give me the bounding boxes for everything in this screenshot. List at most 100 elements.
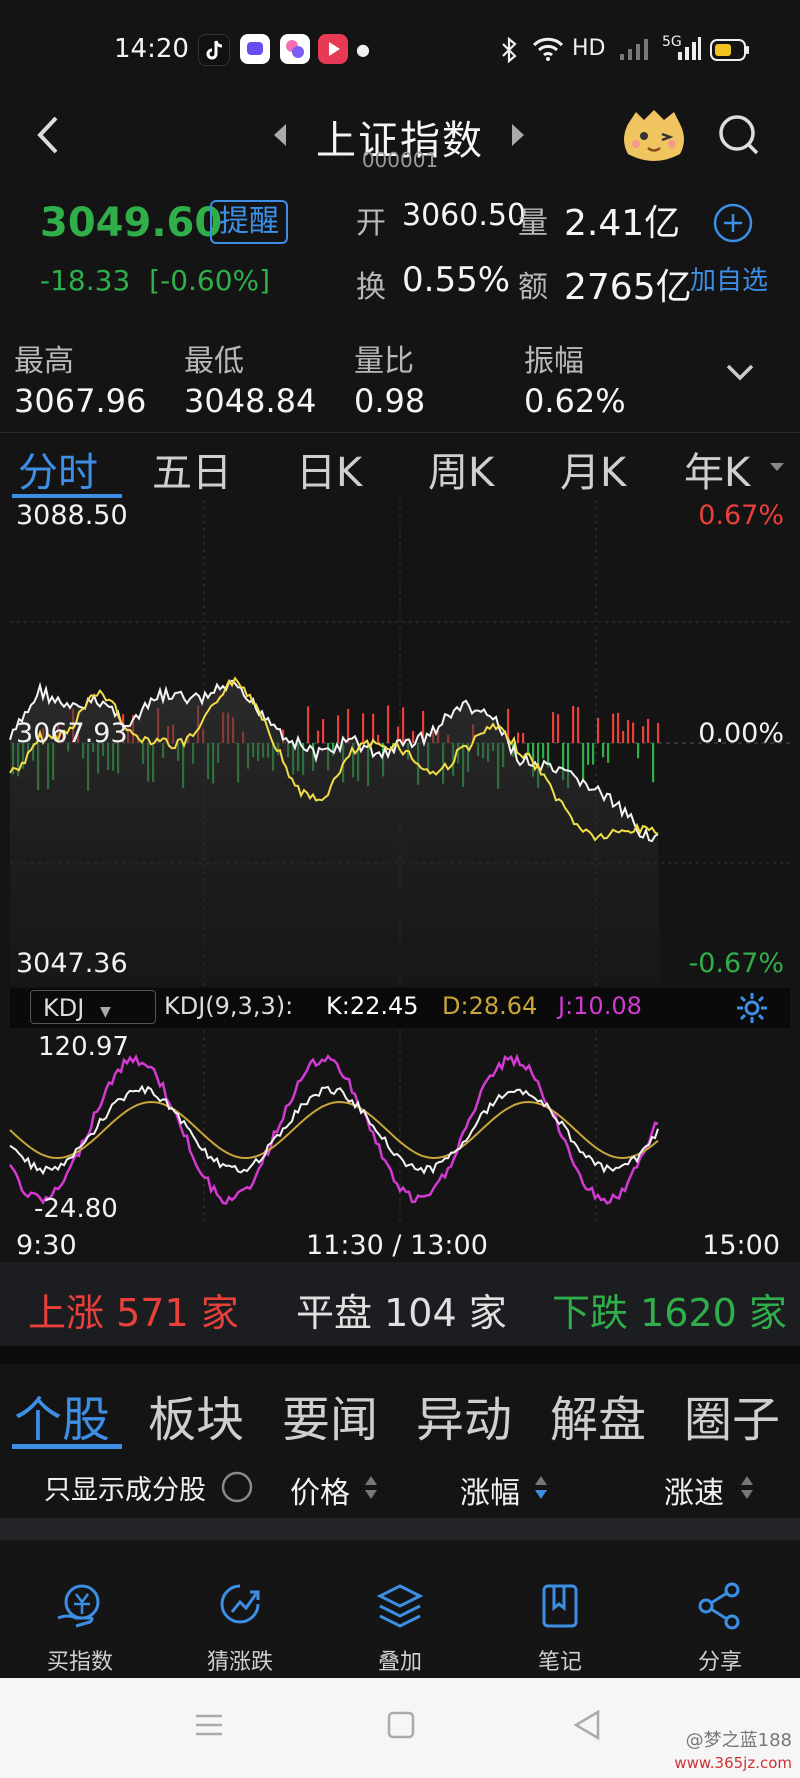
- market-breadth[interactable]: 上涨 571 家 平盘 104 家 下跌 1620 家: [0, 1262, 800, 1346]
- volume-bar: [347, 708, 350, 743]
- volume-bar: [622, 730, 625, 743]
- volume-bar: [372, 713, 375, 743]
- sort-price[interactable]: 价格: [290, 1468, 350, 1512]
- bluetooth-icon: [500, 36, 518, 70]
- breadth-flat-label: 平盘: [296, 1291, 373, 1335]
- share-icon: [698, 1582, 740, 1630]
- turnover-label: 换: [356, 270, 386, 305]
- sort-change[interactable]: 涨幅: [460, 1468, 520, 1512]
- tab-yearly-k[interactable]: 年K: [684, 440, 750, 498]
- volume-bar: [612, 713, 615, 743]
- sort-price-icon[interactable]: [364, 1474, 378, 1506]
- next-stock-icon[interactable]: [508, 120, 528, 154]
- tab-analysis[interactable]: 解盘: [550, 1380, 646, 1450]
- menu-nav-icon[interactable]: [194, 1710, 224, 1744]
- y-axis-min: 3047.36: [16, 948, 128, 979]
- kdj-d-line: [9, 1100, 659, 1160]
- stat-label-high: 最高: [14, 344, 74, 379]
- time-axis-start: 9:30: [16, 1230, 77, 1261]
- breadth-down-count: 1620: [640, 1291, 737, 1335]
- volume-bar: [572, 705, 575, 743]
- expand-chevron-icon[interactable]: [722, 360, 758, 388]
- alert-button[interactable]: 提醒: [210, 200, 288, 244]
- filter-radio[interactable]: [220, 1470, 254, 1508]
- list-scroll-strip: [0, 1518, 800, 1540]
- note-icon: [542, 1584, 578, 1628]
- status-bar: 14:20 ● HD 5G: [0, 0, 800, 100]
- search-icon[interactable]: [716, 112, 762, 162]
- volume-bar: [597, 717, 600, 743]
- volume-bar: [592, 743, 595, 765]
- back-nav-icon[interactable]: [572, 1708, 602, 1746]
- battery-icon: [710, 38, 750, 68]
- watermark: @梦之蓝188 www.365jz.com: [674, 1730, 792, 1774]
- tab-stocks[interactable]: 个股: [14, 1380, 110, 1450]
- sort-change-icon[interactable]: [534, 1474, 548, 1506]
- stat-value-low: 3048.84: [184, 382, 317, 420]
- network-label: HD: [572, 36, 606, 61]
- toolbar-buy-index-label: 买指数: [46, 1650, 113, 1675]
- change-percent: [-0.60%]: [149, 264, 271, 297]
- tab-weekly-k[interactable]: 周K: [428, 440, 494, 498]
- volume-bar: [657, 722, 660, 743]
- dot-icon: ●: [356, 40, 370, 59]
- amount-label: 额: [518, 270, 548, 305]
- indicator-select[interactable]: KDJ ▼: [30, 990, 156, 1024]
- stat-label-low: 最低: [184, 344, 244, 379]
- chart-period-tabs: 分时 五日 日K 周K 月K 年K: [0, 430, 800, 500]
- volume-bar: [307, 706, 310, 743]
- sort-speed[interactable]: 涨速: [664, 1468, 724, 1512]
- breadth-flat: 平盘 104 家: [296, 1282, 507, 1337]
- sort-speed-icon[interactable]: [740, 1474, 754, 1506]
- watermark-line2: www.365jz.com: [674, 1754, 792, 1772]
- chat-app-icon: [240, 34, 270, 64]
- tab-five-day[interactable]: 五日: [152, 440, 232, 498]
- section-tab-indicator: [12, 1444, 122, 1449]
- open-label: 开: [356, 206, 386, 241]
- tab-movements[interactable]: 异动: [416, 1380, 512, 1450]
- toolbar-share-label: 分享: [697, 1650, 742, 1675]
- volume-value: 2.41亿: [564, 203, 681, 244]
- tab-sectors[interactable]: 板块: [148, 1380, 244, 1450]
- mascot-icon[interactable]: [618, 106, 690, 170]
- volume-bar: [582, 743, 585, 782]
- volume-bar: [627, 719, 630, 743]
- settings-gear-icon[interactable]: [734, 990, 770, 1030]
- volume-bar: [647, 718, 650, 743]
- kdj-j-value: J:10.08: [558, 992, 642, 1020]
- tab-community[interactable]: 圈子: [684, 1380, 780, 1450]
- tab-intraday[interactable]: 分时: [18, 440, 98, 498]
- signal-icon-2: [676, 36, 702, 68]
- list-header: 只显示成分股 价格 涨幅 涨速: [0, 1458, 800, 1518]
- volume-bar: [557, 714, 560, 743]
- add-watch-icon[interactable]: [712, 202, 754, 248]
- header: 上证指数 000001: [0, 100, 800, 180]
- price-change: -18.33 [-0.60%]: [40, 264, 270, 297]
- kdj-d-value: D:28.64: [442, 992, 538, 1020]
- breadth-flat-count: 104: [384, 1291, 457, 1335]
- stat-label-amplitude: 振幅: [524, 344, 584, 379]
- breadth-flat-unit: 家: [468, 1291, 507, 1335]
- stat-value-high: 3067.96: [14, 382, 147, 420]
- bottom-toolbar: 买指数 猜涨跌 叠加 笔记 分享: [0, 1540, 800, 1676]
- tab-news[interactable]: 要闻: [282, 1380, 378, 1450]
- tab-monthly-k[interactable]: 月K: [560, 440, 626, 498]
- volume-bar: [387, 705, 390, 743]
- breadth-up-count: 571: [116, 1291, 189, 1335]
- breadth-up-unit: 家: [200, 1291, 239, 1335]
- volume-bar: [652, 743, 655, 783]
- status-time: 14:20: [114, 34, 189, 64]
- breadth-down-label: 下跌: [552, 1291, 629, 1335]
- turnover-value: 0.55%: [402, 260, 511, 300]
- buy-index-icon: [57, 1584, 100, 1628]
- kdj-indicator-bar: KDJ ▼ KDJ(9,3,3): K:22.45 D:28.64 J:10.0…: [10, 988, 790, 1028]
- add-watch-button[interactable]: 加自选: [690, 260, 768, 297]
- toolbar-notes-label: 笔记: [537, 1650, 582, 1675]
- volume-bar: [362, 713, 365, 743]
- yearly-dropdown-icon[interactable]: [770, 458, 784, 477]
- tab-daily-k[interactable]: 日K: [296, 440, 362, 498]
- stat-value-amplitude: 0.62%: [524, 382, 626, 420]
- active-tab-indicator: [12, 494, 122, 498]
- stat-value-volume-ratio: 0.98: [354, 382, 426, 420]
- home-nav-icon[interactable]: [386, 1710, 416, 1744]
